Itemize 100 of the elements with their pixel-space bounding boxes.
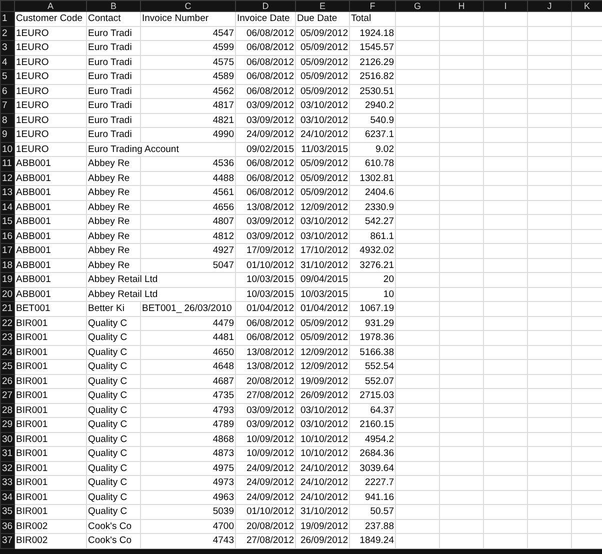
table-cell: ABB001	[14, 244, 86, 258]
row-number[interactable]: 32	[0, 461, 14, 476]
column-header[interactable]: E	[296, 0, 350, 12]
column-header[interactable]: J	[528, 0, 572, 12]
table-cell: 861.1	[350, 229, 396, 244]
row-number[interactable]: 5	[0, 70, 14, 84]
column-header[interactable]: B	[86, 0, 140, 12]
table-cell: 1EURO	[14, 113, 86, 128]
row-number[interactable]: 36	[0, 519, 14, 534]
table-cell: 2404.6	[350, 186, 396, 200]
table-cell: 1EURO	[14, 128, 86, 142]
table-cell: 24/10/2012	[296, 490, 350, 504]
row-number[interactable]: 27	[0, 388, 14, 403]
table-cell: 2715.03	[350, 388, 396, 403]
column-header[interactable]: A	[14, 0, 86, 12]
row-number[interactable]: 21	[0, 302, 14, 316]
table-cell: 2684.36	[350, 446, 396, 461]
row-number[interactable]: 35	[0, 504, 14, 519]
table-cell: 05/09/2012	[296, 316, 350, 330]
table-cell: BIR001	[14, 418, 86, 432]
table-cell: 06/08/2012	[236, 171, 296, 186]
table-cell: 03/09/2012	[236, 214, 296, 229]
table-cell: BIR001	[14, 316, 86, 330]
table-cell: 03/09/2012	[236, 229, 296, 244]
table-cell: Quality C	[86, 360, 140, 374]
row-number[interactable]: 29	[0, 418, 14, 432]
table-cell: 12/09/2012	[296, 345, 350, 360]
table-cell: 01/04/2012	[296, 302, 350, 316]
column-header[interactable]: C	[140, 0, 236, 12]
table-cell: 4927	[140, 244, 236, 258]
row-number[interactable]: 30	[0, 432, 14, 446]
row-number[interactable]: 10	[0, 142, 14, 156]
row-number[interactable]: 33	[0, 476, 14, 490]
column-header[interactable]: D	[236, 0, 296, 12]
table-cell: 4954.2	[350, 432, 396, 446]
table-cell: 06/08/2012	[236, 40, 296, 55]
row-number[interactable]: 7	[0, 98, 14, 113]
table-cell: 1978.36	[350, 330, 396, 345]
row-number[interactable]: 34	[0, 490, 14, 504]
table-cell: 2126.29	[350, 55, 396, 70]
row-number[interactable]: 12	[0, 171, 14, 186]
select-all-corner[interactable]	[0, 0, 14, 12]
table-cell: Total	[350, 12, 396, 26]
row-number[interactable]: 4	[0, 55, 14, 70]
table-cell: 19/09/2012	[296, 374, 350, 388]
table-cell: 24/10/2012	[296, 461, 350, 476]
table-cell: BET001_ 26/03/2010	[140, 302, 236, 316]
table-cell: 10/03/2015	[236, 287, 296, 302]
table-cell: 4873	[140, 446, 236, 461]
column-header[interactable]: I	[484, 0, 528, 12]
table-cell: Quality C	[86, 504, 140, 519]
row-number[interactable]: 23	[0, 330, 14, 345]
table-cell: Abbey Re	[86, 229, 140, 244]
row-number[interactable]: 9	[0, 128, 14, 142]
table-cell: Cook's Co	[86, 519, 140, 534]
row-number[interactable]: 8	[0, 113, 14, 128]
table-cell: 2940.2	[350, 98, 396, 113]
row-number[interactable]: 17	[0, 244, 14, 258]
row-number[interactable]: 1	[0, 12, 14, 26]
row-number[interactable]: 2	[0, 26, 14, 40]
row-number[interactable]: 18	[0, 258, 14, 272]
table-cell: Euro Tradi	[86, 98, 140, 113]
row-number[interactable]: 19	[0, 272, 14, 287]
table-cell: Quality C	[86, 330, 140, 345]
table-cell: BIR001	[14, 345, 86, 360]
table-cell: 05/09/2012	[296, 171, 350, 186]
table-cell: 03/09/2012	[236, 418, 296, 432]
row-number[interactable]: 26	[0, 374, 14, 388]
table-cell: Due Date	[296, 12, 350, 26]
table-cell: ABB001	[14, 200, 86, 214]
row-number[interactable]: 11	[0, 156, 14, 171]
row-number[interactable]: 14	[0, 200, 14, 214]
table-cell: Euro Tradi	[86, 128, 140, 142]
row-number[interactable]: 28	[0, 403, 14, 418]
row-number[interactable]: 37	[0, 534, 14, 548]
table-cell: 17/09/2012	[236, 244, 296, 258]
table-cell: 06/08/2012	[236, 26, 296, 40]
table-cell: 03/10/2012	[296, 214, 350, 229]
row-number[interactable]: 6	[0, 84, 14, 98]
table-cell: 4656	[140, 200, 236, 214]
row-number[interactable]: 20	[0, 287, 14, 302]
table-cell: 09/04/2015	[296, 272, 350, 287]
row-number[interactable]: 25	[0, 360, 14, 374]
table-cell: 24/10/2012	[296, 128, 350, 142]
row-number[interactable]: 24	[0, 345, 14, 360]
column-header[interactable]: G	[396, 0, 440, 12]
table-cell: 4575	[140, 55, 236, 70]
column-header[interactable]: K	[572, 0, 602, 12]
row-number[interactable]: 22	[0, 316, 14, 330]
table-cell: BIR001	[14, 504, 86, 519]
column-header[interactable]: F	[350, 0, 396, 12]
row-number[interactable]: 13	[0, 186, 14, 200]
row-number[interactable]: 15	[0, 214, 14, 229]
row-number[interactable]: 16	[0, 229, 14, 244]
row-number[interactable]: 31	[0, 446, 14, 461]
table-cell: BIR001	[14, 461, 86, 476]
column-header[interactable]: H	[440, 0, 484, 12]
table-cell: 4812	[140, 229, 236, 244]
table-cell: 4687	[140, 374, 236, 388]
row-number[interactable]: 3	[0, 40, 14, 55]
